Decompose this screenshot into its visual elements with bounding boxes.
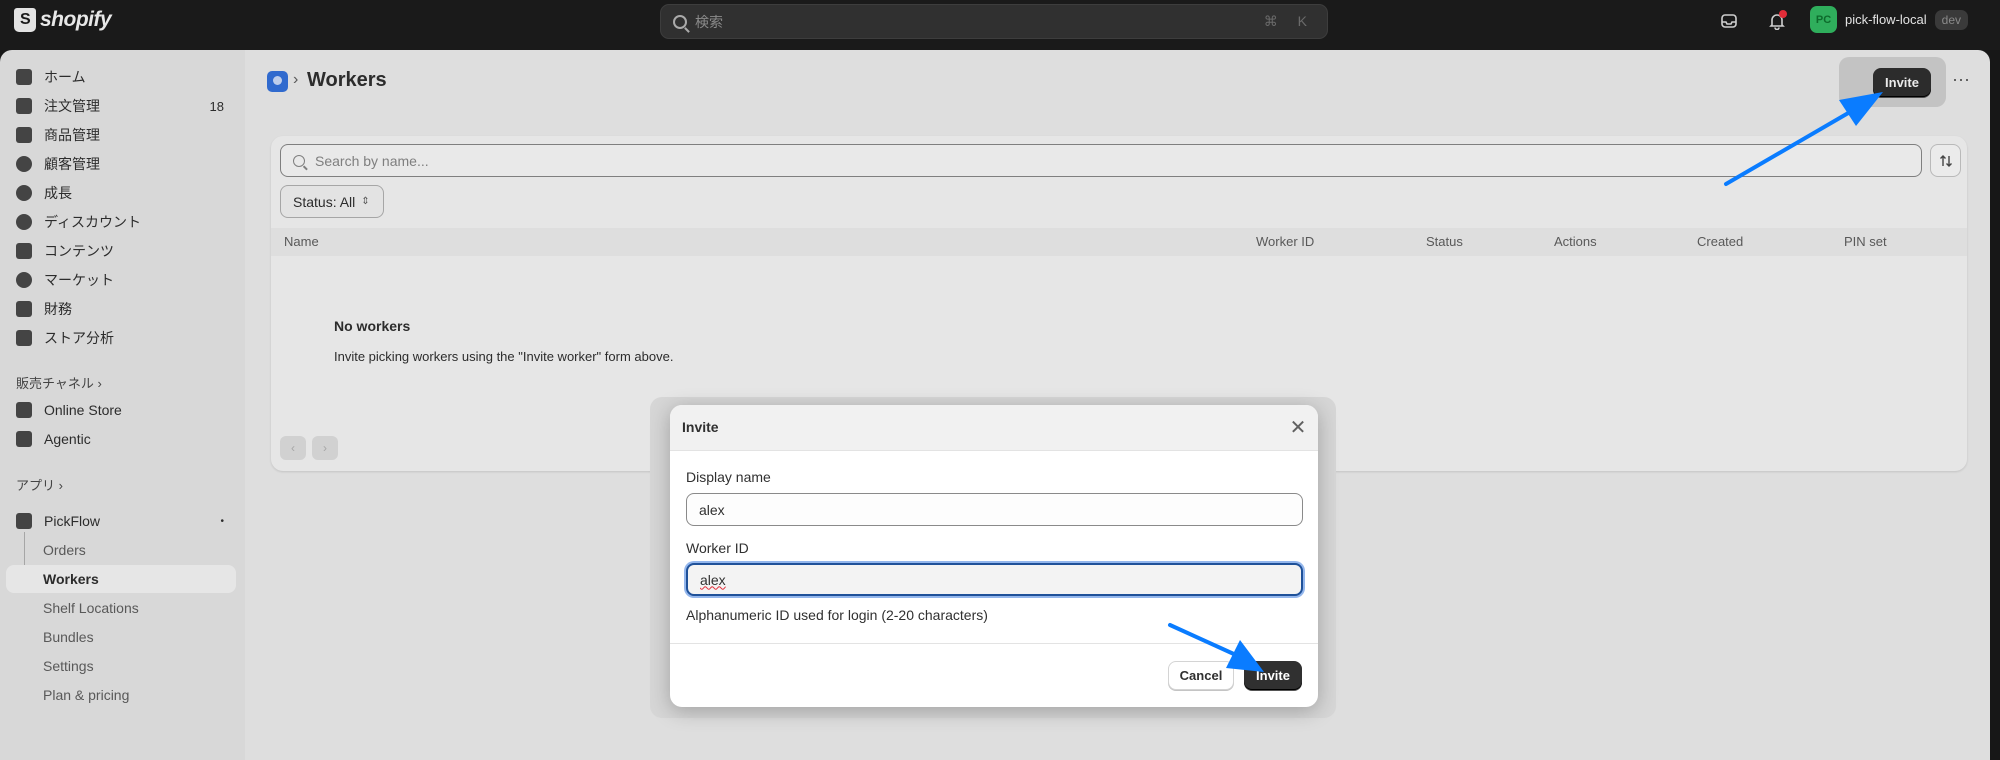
modal-header: Invite ✕ [670,405,1318,451]
store-env-tag: dev [1934,9,1968,30]
modal-invite-button[interactable]: Invite [1244,661,1302,690]
worker-id-help-text: Alphanumeric ID used for login (2-20 cha… [686,607,988,623]
store-name: pick-flow-local [1845,12,1927,27]
search-icon [673,14,687,29]
display-name-field[interactable]: alex [686,493,1303,526]
display-name-label: Display name [686,469,771,485]
store-avatar: PC [1810,6,1837,33]
notification-badge [1779,10,1787,18]
worker-id-label: Worker ID [686,540,749,556]
inbox-icon[interactable] [1718,10,1740,32]
modal-footer-divider [670,643,1318,644]
search-shortcut: ⌘ K [1263,13,1315,29]
search-placeholder: 検索 [695,13,723,30]
worker-id-field[interactable]: alex [686,563,1303,596]
shopify-logo[interactable]: shopify [14,8,112,32]
top-bar: shopify 検索 ⌘ K PC pick-flow-local dev [0,0,2000,50]
store-switcher[interactable]: PC pick-flow-local dev [1810,6,1968,33]
global-search[interactable]: 検索 ⌘ K [660,4,1328,39]
brand-name: shopify [40,8,112,31]
invite-modal: Invite ✕ Display name alex Worker ID ale… [670,405,1318,707]
close-icon[interactable]: ✕ [1287,416,1309,439]
cancel-button[interactable]: Cancel [1168,661,1234,690]
shopify-bag-icon [14,8,36,32]
modal-title: Invite [682,419,719,435]
